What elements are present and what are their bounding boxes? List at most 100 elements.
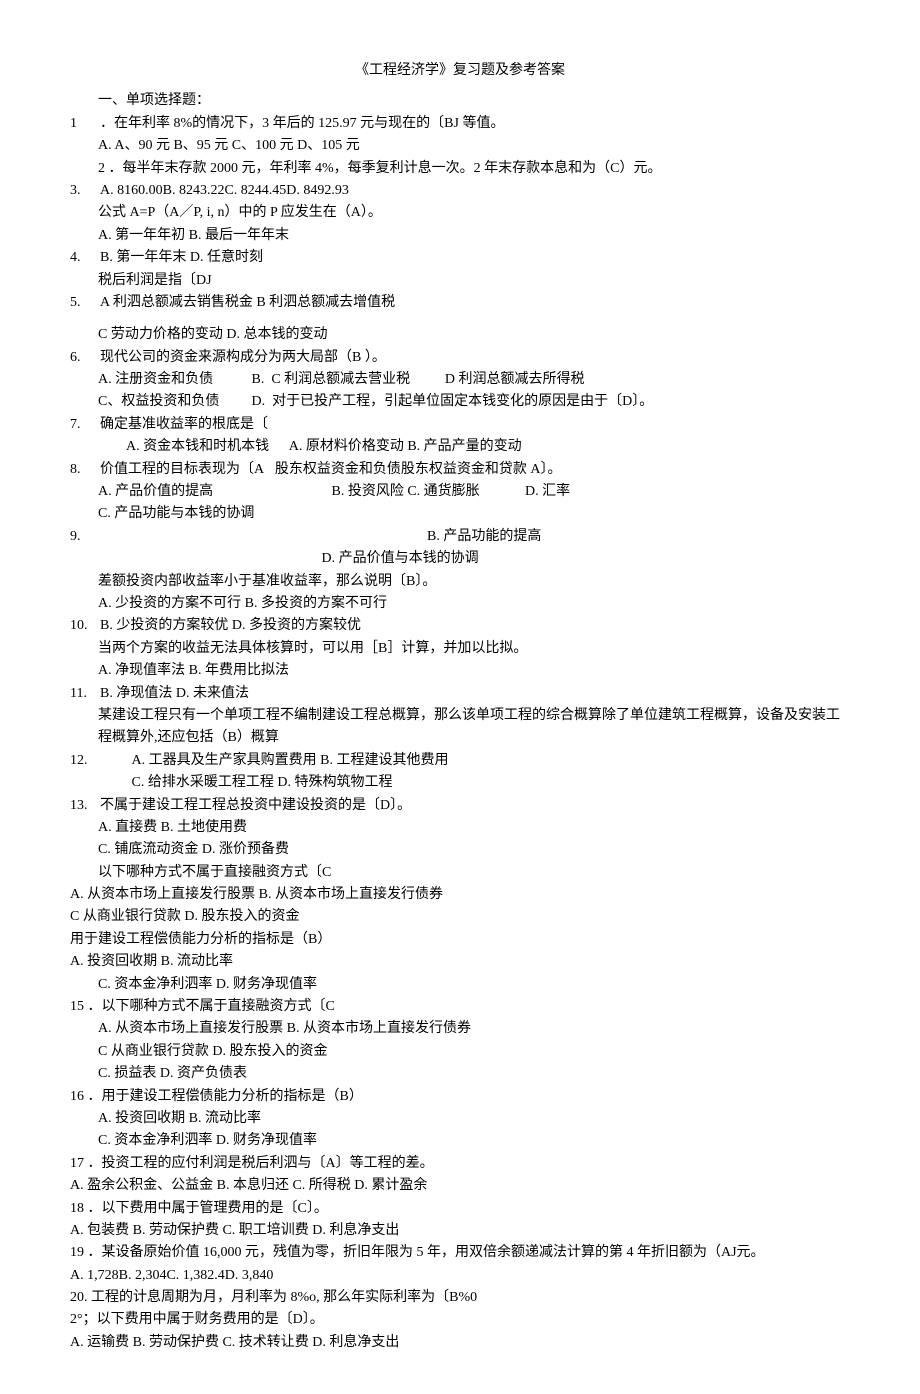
q15-num: 15: [70, 999, 84, 1014]
q6-l2: C、权益投资和负债 D. 对于已投产工程，引起单位固定本钱变化的原因是由于〔D〕…: [70, 391, 850, 413]
p14d: A. 投资回收期 B. 流动比率: [70, 951, 850, 973]
q16-text: ．用于建设工程偿债能力分析的指标是（B）: [88, 1089, 363, 1104]
q12-row1: 12. A. 工器具及生产家具购置费用 B. 工程建设其他费用: [70, 750, 850, 772]
q6-l2a: C、权益投资和负债: [98, 391, 248, 413]
q13-row1: 13.不属于建设工程工程总投资中建设投资的是〔D〕。: [70, 795, 850, 817]
p14b: C 从商业银行贷款 D. 股东投入的资金: [70, 906, 850, 928]
q8-l1a: A. 产品价值的提高: [98, 481, 328, 503]
q15-l2: C 从商业银行贷款 D. 股东投入的资金: [70, 1041, 850, 1063]
q4-opts1: A 利泗总额减去销售税金 B 利泗总额减去增值税: [100, 295, 395, 310]
q5-num: 5.: [70, 292, 100, 314]
q10-opts2: B. 少投资的方案较优 D. 多投资的方案较优: [100, 618, 361, 633]
p14a: A. 从资本市场上直接发行股票 B. 从资本市场上直接发行债券: [70, 884, 850, 906]
q3-opts2: B. 第一年年末 D. 任意时刻: [100, 250, 263, 265]
q11-text: 某建设工程只有一个单项工程不编制建设工程总概算，那么该单项工程的综合概算除了单位…: [70, 705, 850, 750]
section-1-heading: 一、单项选择题：: [70, 90, 850, 112]
q6-l2b: D.: [252, 394, 266, 409]
q8-text-pre: 价值工程的目标表现为〔A: [100, 462, 263, 477]
q7-num: 7.: [70, 414, 100, 436]
q15-l1: A. 从资本市场上直接发行股票 B. 从资本市场上直接发行债券: [70, 1018, 850, 1040]
q12-l1: A. 工器具及生产家具购置费用 B. 工程建设其他费用: [104, 753, 449, 768]
q19-text: ．某设备原始价值 16,000 元，残值为零，折旧年限为 5 年，用双倍余额递减…: [88, 1245, 765, 1260]
q3-row1: 3.A. 8160.00B. 8243.22C. 8244.45D. 8492.…: [70, 180, 850, 202]
q10-row1: 10.B. 少投资的方案较优 D. 多投资的方案较优: [70, 615, 850, 637]
q18-num: 18: [70, 1201, 84, 1216]
q8-l1: A. 产品价值的提高 B. 投资风险 C. 通货膨胀 D. 汇率: [70, 481, 850, 503]
q13-num: 13.: [70, 795, 100, 817]
q16-l1: A. 投资回收期 B. 流动比率: [70, 1108, 850, 1130]
q15: 15 ．以下哪种方式不属于直接融资方式〔C: [70, 996, 850, 1018]
q9-row1: 9. B. 产品功能的提高: [70, 526, 850, 548]
q8-l1b: B. 投资风险 C. 通货膨胀: [332, 481, 522, 503]
q17-text: ．投资工程的应付利润是税后利泗与〔A〕等工程的差。: [88, 1156, 434, 1171]
q7-l1: A. 资金本钱和时机本钱 A. 原材料价格变动 B. 产品产量的变动: [70, 436, 850, 458]
q12-l2-row: C. 给排水采暖工程工程 D. 特殊构筑物工程: [70, 772, 850, 794]
q9-l1b-row: D. 产品价值与本钱的协调: [70, 548, 850, 570]
p14e: C. 资本金净利泗率 D. 财务净现值率: [70, 974, 850, 996]
q8-l3b: B. 产品功能的提高: [427, 529, 541, 544]
q1-text: ．在年利率 8%的情况下，3 年后的 125.97 元与现在的〔BJ 等值。: [100, 116, 504, 131]
q15-text: ．以下哪种方式不属于直接融资方式〔C: [88, 999, 335, 1014]
q16-num: 16: [70, 1089, 84, 1104]
q10-text: 当两个方案的收益无法具体核算时，可以用［B］计算，并加以比拟。: [70, 638, 850, 660]
q6-l2c: 对于已投产工程，引起单位固定本钱变化的原因是由于〔D〕。: [272, 394, 653, 409]
q17: 17 ．投资工程的应付利润是税后利泗与〔A〕等工程的差。: [70, 1153, 850, 1175]
q20-text: 20. 工程的计息周期为月，月利率为 8%o, 那么年实际利率为〔B%0: [70, 1287, 850, 1309]
q4-num: 4.: [70, 247, 100, 269]
q9-text: 差额投资内部收益率小于基准收益率，那么说明〔B〕。: [70, 571, 850, 593]
q12-num: 12.: [70, 750, 100, 772]
q3-num: 3.: [70, 180, 100, 202]
q9-opts1: A. 少投资的方案不可行 B. 多投资的方案不可行: [70, 593, 850, 615]
q10-num: 10.: [70, 615, 100, 637]
doc-title: 《工程经济学》复习题及参考答案: [70, 60, 850, 82]
q1-num: 1: [70, 113, 100, 135]
q2-text: ．每半年末存款 2000 元，年利率 4%，每季复利计息一次。2 年末存款本息和…: [109, 161, 662, 176]
q19: 19 ．某设备原始价值 16,000 元，残值为零，折旧年限为 5 年，用双倍余…: [70, 1242, 850, 1264]
q15-l3: C. 损益表 D. 资产负债表: [70, 1063, 850, 1085]
q2-num: 2: [98, 161, 105, 176]
q16: 16 ．用于建设工程偿债能力分析的指标是（B）: [70, 1086, 850, 1108]
q6-l1c: C 利润总额减去营业税: [271, 369, 441, 391]
q7-text: 确定基准收益率的根底是〔: [100, 417, 268, 432]
q4-row1: 4.B. 第一年年末 D. 任意时刻: [70, 247, 850, 269]
q10-opts3: A. 净现值率法 B. 年费用比拟法: [70, 660, 850, 682]
q6-l1d: D 利润总额减去所得税: [445, 372, 585, 387]
q13-l2: C. 铺底流动资金 D. 涨价预备费: [70, 839, 850, 861]
q8-l1c: D. 汇率: [525, 484, 570, 499]
q7-l1a: A. 资金本钱和时机本钱: [126, 436, 286, 458]
q17-num: 17: [70, 1156, 84, 1171]
p14c: 用于建设工程偿债能力分析的指标是（B）: [70, 929, 850, 951]
q8-num: 8.: [70, 459, 100, 481]
q8-l2: C. 产品功能与本钱的协调: [70, 503, 850, 525]
q9-num: 9.: [70, 526, 100, 548]
q7-l1b: A. 原材料价格变动 B. 产品产量的变动: [289, 439, 522, 454]
q6-num: 6.: [70, 347, 100, 369]
q2: 2 ．每半年末存款 2000 元，年利率 4%，每季复利计息一次。2 年末存款本…: [70, 158, 850, 180]
q13-text: 不属于建设工程工程总投资中建设投资的是〔D〕。: [100, 798, 411, 813]
q18-l1: A. 包装费 B. 劳动保护费 C. 职工培训费 D. 利息净支出: [70, 1220, 850, 1242]
q20-l2: A. 运输费 B. 劳动保护费 C. 技术转让费 D. 利息净支出: [70, 1332, 850, 1354]
q7-l2: 股东权益资金和负债股东权益资金和贷款 A〕。: [267, 462, 562, 477]
q6-l1a: A. 注册资金和负债: [98, 369, 248, 391]
q13-l1: A. 直接费 B. 土地使用费: [70, 817, 850, 839]
q2-opts: A. 8160.00B. 8243.22C. 8244.45D. 8492.93: [100, 183, 349, 198]
q6-l1b: B.: [252, 372, 265, 387]
q3-text: 公式 A=P（A／P, i, n）中的 P 应发生在（A）。: [70, 202, 850, 224]
q3-opts1: A. 第一年年初 B. 最后一年年末: [70, 225, 850, 247]
q4-text: 税后利润是指〔DJ: [70, 270, 850, 292]
q13-l3: 以下哪种方式不属于直接融资方式〔C: [70, 862, 850, 884]
q20-l1: 2°；以下费用中属于财务费用的是〔D〕。: [70, 1309, 850, 1331]
q6-l1: A. 注册资金和负债 B. C 利润总额减去营业税 D 利润总额减去所得税: [70, 369, 850, 391]
q11-row1: 11.B. 净现值法 D. 未来值法: [70, 683, 850, 705]
q5-row1: 5.A 利泗总额减去销售税金 B 利泗总额减去增值税: [70, 292, 850, 314]
q11-opts4: B. 净现值法 D. 未来值法: [100, 686, 249, 701]
q6-row1: 6.现代公司的资金来源构成分为两大局部（B ）。: [70, 347, 850, 369]
q18: 18 ．以下费用中属于管理费用的是〔C〕。: [70, 1198, 850, 1220]
q18-text: ．以下费用中属于管理费用的是〔C〕。: [88, 1201, 328, 1216]
q19-l1: A. 1,728B. 2,304C. 1,382.4D. 3,840: [70, 1265, 850, 1287]
q7-row1: 7.确定基准收益率的根底是〔: [70, 414, 850, 436]
q17-l1: A. 盈余公积金、公益金 B. 本息归还 C. 所得税 D. 累计盈余: [70, 1175, 850, 1197]
q19-num: 19: [70, 1245, 84, 1260]
q16-l2: C. 资本金净利泗率 D. 财务净现值率: [70, 1130, 850, 1152]
q9-l1b: D. 产品价值与本钱的协调: [322, 551, 479, 566]
